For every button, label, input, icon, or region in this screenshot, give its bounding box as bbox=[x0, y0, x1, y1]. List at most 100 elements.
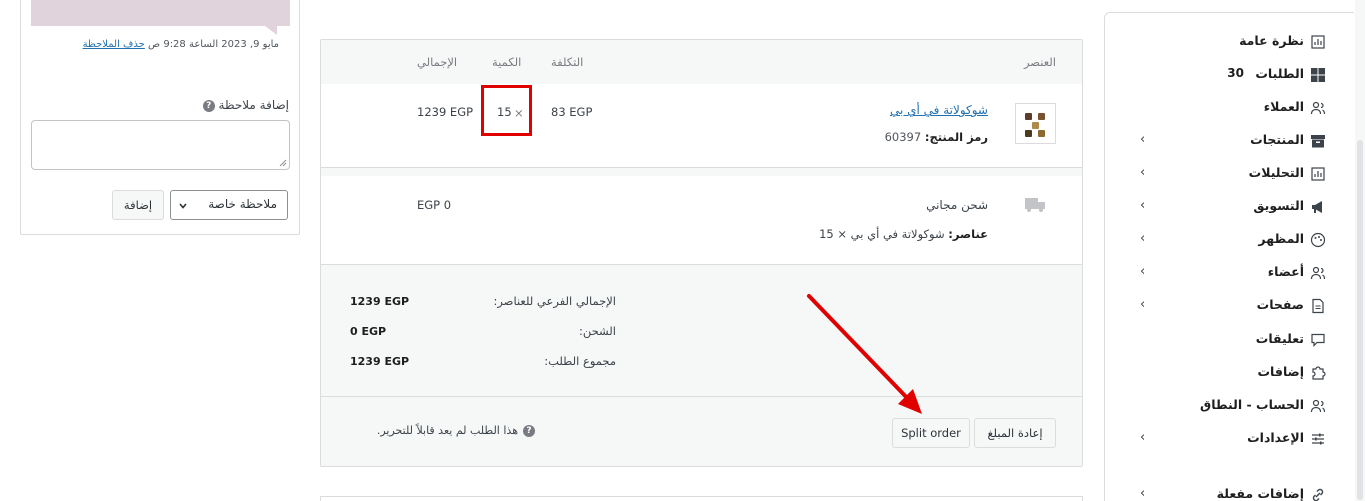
chart-icon bbox=[1311, 35, 1325, 49]
chevron-left-icon: ‹ bbox=[1140, 297, 1146, 312]
sidebar-item-label: التسويق bbox=[1253, 198, 1304, 213]
palette-icon bbox=[1310, 232, 1326, 248]
sidebar-item-label: الحساب - النطاق bbox=[1200, 397, 1304, 412]
resize-handle-icon[interactable] bbox=[279, 159, 287, 167]
sku-label: رمز المنتج: bbox=[924, 130, 988, 144]
sidebar-item[interactable]: تعليقات bbox=[1104, 326, 1354, 356]
add-note-label-text: إضافة ملاحظة bbox=[218, 98, 289, 112]
order-items-panel: العنصر التكلفة الكمية الإجمالي شوكولاتة … bbox=[320, 39, 1083, 467]
note-meta: مايو 9, 2023 الساعة 9:28 ص حذف الملاحظة bbox=[83, 39, 279, 50]
sidebar-item-label: إضافات مفعلة bbox=[1216, 486, 1304, 501]
sidebar-item[interactable]: أعضاء ‹ bbox=[1104, 259, 1354, 289]
sidebar-item[interactable]: التسويق ‹ bbox=[1104, 193, 1354, 223]
sidebar-item-label: التحليلات bbox=[1248, 165, 1304, 180]
sidebar-item-label: تعليقات bbox=[1255, 331, 1304, 346]
megaphone-icon bbox=[1312, 201, 1322, 213]
sidebar-item[interactable]: الإعدادات ‹ bbox=[1104, 425, 1354, 455]
comment-icon bbox=[1311, 333, 1325, 347]
quantity-highlight-box bbox=[481, 85, 532, 136]
col-total: الإجمالي bbox=[417, 55, 458, 69]
shipping-items-value: شوكولاتة في أي بي × 15 bbox=[819, 227, 945, 241]
sidebar-item[interactable]: التحليلات ‹ bbox=[1104, 160, 1354, 190]
users-icon bbox=[1310, 266, 1326, 280]
grid-icon bbox=[1311, 68, 1325, 82]
orders-count-badge: 30 bbox=[1227, 66, 1244, 80]
shipping-total: EGP 0 bbox=[417, 198, 452, 212]
chevron-left-icon: ‹ bbox=[1140, 231, 1146, 246]
shipping-row: شحن مجاني عناصر: شوكولاتة في أي بي × 15 … bbox=[321, 176, 1082, 265]
product-sku: رمز المنتج: 60397 bbox=[885, 130, 988, 144]
not-editable-text: هذا الطلب لم يعد قابلاً للتحرير. bbox=[376, 424, 518, 437]
sidebar-item[interactable]: المظهر ‹ bbox=[1104, 226, 1354, 256]
product-name-link[interactable]: شوكولاتة في أي بي bbox=[890, 103, 988, 117]
item-cost: 83 EGP bbox=[551, 105, 593, 119]
help-icon[interactable]: ? bbox=[523, 425, 535, 437]
sidebar-item-label: أعضاء bbox=[1267, 264, 1304, 279]
truck-icon bbox=[1025, 198, 1045, 212]
note-bubble bbox=[31, 0, 290, 26]
sidebar-item-label: نظرة عامة bbox=[1239, 33, 1304, 48]
order-notes-panel: مايو 9, 2023 الساعة 9:28 ص حذف الملاحظة … bbox=[20, 0, 300, 235]
split-order-button[interactable]: Split order bbox=[892, 418, 970, 448]
not-editable-notice: ? هذا الطلب لم يعد قابلاً للتحرير. bbox=[377, 424, 535, 437]
delete-note-link[interactable]: حذف الملاحظة bbox=[83, 39, 145, 50]
shipping-items-label: عناصر: bbox=[948, 227, 988, 241]
sidebar-item[interactable]: إضافات bbox=[1104, 359, 1354, 389]
link-icon bbox=[1312, 488, 1324, 501]
refund-button[interactable]: إعادة المبلغ bbox=[974, 418, 1056, 448]
puzzle-icon bbox=[1312, 366, 1326, 380]
order-edit-screen: مايو 9, 2023 الساعة 9:28 ص حذف الملاحظة … bbox=[0, 0, 1365, 501]
col-qty: الكمية bbox=[492, 55, 522, 69]
sidebar-item-label: الإعدادات bbox=[1247, 430, 1304, 445]
order-total-value: 1239 EGP bbox=[350, 355, 410, 368]
sku-value: 60397 bbox=[884, 130, 922, 144]
chevron-left-icon: ‹ bbox=[1140, 486, 1146, 501]
sliders-icon bbox=[1312, 433, 1324, 445]
sidebar-item-label: المنتجات bbox=[1250, 132, 1304, 147]
subtotal-value: 1239 EGP bbox=[350, 295, 410, 308]
shipping-total-label: الشحن: bbox=[578, 324, 616, 338]
shipping-method: شحن مجاني bbox=[926, 198, 988, 212]
users-icon bbox=[1310, 399, 1326, 413]
subtotal-label: الإجمالي الفرعي للعناصر: bbox=[493, 294, 616, 308]
scrollbar-thumb[interactable] bbox=[1357, 140, 1363, 500]
order-totals: الإجمالي الفرعي للعناصر: 1239 EGP الشحن:… bbox=[321, 266, 1082, 397]
sidebar-item[interactable]: نظرة عامة bbox=[1104, 28, 1354, 58]
items-table-header: العنصر التكلفة الكمية الإجمالي bbox=[321, 40, 1082, 84]
page-icon bbox=[1312, 298, 1324, 314]
item-total: 1239 EGP bbox=[417, 105, 474, 119]
shipping-total-value: 0 EGP bbox=[350, 325, 387, 338]
order-total-label: مجموع الطلب: bbox=[544, 354, 616, 368]
archive-icon bbox=[1311, 135, 1325, 148]
note-type-select[interactable]: ملاحظة خاصة bbox=[170, 190, 288, 220]
order-actions: إعادة المبلغ Split order ? هذا الطلب لم ي… bbox=[321, 398, 1082, 466]
sidebar-item-label: صفحات bbox=[1256, 297, 1304, 312]
add-note-label: إضافة ملاحظة ? bbox=[198, 98, 289, 112]
sidebar-item[interactable]: صفحات ‹ bbox=[1104, 292, 1354, 322]
add-note-button[interactable]: إضافة bbox=[112, 190, 164, 220]
sidebar-item-label: المظهر bbox=[1258, 231, 1304, 246]
chevron-left-icon: ‹ bbox=[1140, 132, 1146, 147]
help-icon[interactable]: ? bbox=[202, 99, 215, 112]
note-textarea[interactable] bbox=[31, 120, 290, 170]
line-item-row: شوكولاتة في أي بي رمز المنتج: 60397 83 E… bbox=[321, 84, 1082, 168]
next-panel-edge bbox=[320, 496, 1083, 501]
col-cost: التكلفة bbox=[551, 55, 584, 69]
shipping-items: عناصر: شوكولاتة في أي بي × 15 bbox=[819, 227, 988, 241]
note-bubble-tail bbox=[265, 26, 277, 35]
chevron-left-icon: ‹ bbox=[1140, 430, 1146, 445]
chevron-left-icon: ‹ bbox=[1140, 165, 1146, 180]
note-type-value: ملاحظة خاصة bbox=[208, 197, 277, 211]
sidebar-item-label: إضافات bbox=[1257, 364, 1305, 379]
chart-icon bbox=[1311, 167, 1325, 181]
note-date: مايو 9, 2023 الساعة 9:28 ص bbox=[148, 39, 279, 50]
sidebar-item[interactable]: الحساب - النطاق bbox=[1104, 392, 1354, 422]
sidebar-item[interactable]: العملاء bbox=[1104, 94, 1354, 124]
sidebar-item[interactable]: إضافات مفعلة ‹ bbox=[1104, 481, 1354, 501]
chevron-left-icon: ‹ bbox=[1140, 198, 1146, 213]
sidebar-item-label: الطلبات bbox=[1255, 66, 1304, 81]
col-item: العنصر bbox=[1023, 55, 1056, 69]
sidebar-item[interactable]: الطلبات 30 bbox=[1104, 61, 1354, 91]
sidebar-item[interactable]: المنتجات ‹ bbox=[1104, 127, 1354, 157]
product-thumbnail[interactable] bbox=[1015, 103, 1056, 144]
